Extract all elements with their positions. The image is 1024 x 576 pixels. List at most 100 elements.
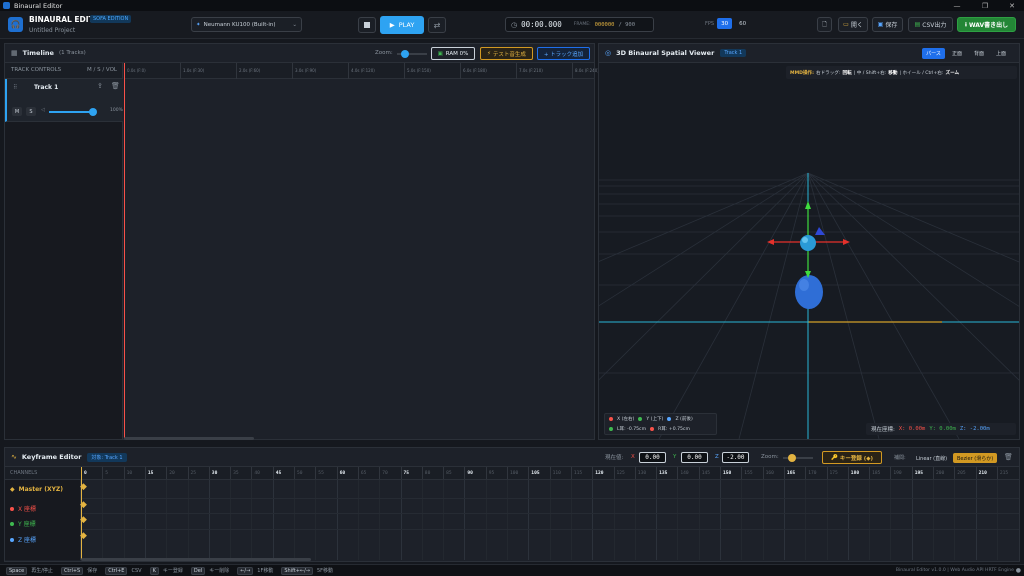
upload-icon[interactable]: ⇪ [97, 82, 103, 90]
time-ruler[interactable]: 0.0s (F:0) 1.0s (F:30) 2.0s (F:60) 3.0s (F:… [124, 63, 599, 79]
open-button[interactable]: ▭ 開く [838, 17, 868, 32]
zoom-knob[interactable] [401, 50, 409, 58]
delete-key-icon[interactable]: 🗑 [1004, 453, 1013, 461]
help-rotate-b: 回転 [842, 70, 852, 76]
viewer-title: 3D Binaural Spatial Viewer [616, 49, 715, 57]
kf-zoom-slider[interactable] [783, 454, 813, 462]
sound-source-sphere[interactable] [795, 275, 823, 309]
fps-30-button[interactable]: 30 [717, 18, 733, 29]
play-icon: ▶ [389, 21, 395, 29]
timeline-scrollbar[interactable] [124, 437, 254, 440]
kf-scrollbar[interactable] [81, 558, 311, 561]
play-button[interactable]: ▶ PLAY [380, 16, 424, 34]
github-icon[interactable]: ● [1016, 567, 1021, 574]
kf-marker-master[interactable]: ◆ [80, 482, 87, 492]
view-back-button[interactable]: 背面 [969, 48, 989, 59]
close-button[interactable]: ✕ [1001, 0, 1023, 11]
grid-line [357, 480, 359, 560]
x-input[interactable]: 0.00 [639, 452, 666, 463]
kf-zoom-knob[interactable] [788, 454, 796, 462]
track-row[interactable]: ⠿ Track 1 ⇪ 🗑 M S ◁ 100% [5, 79, 123, 122]
grid-line [187, 480, 189, 560]
shortcut-desc: キー削除 [209, 568, 230, 574]
mute-button[interactable]: M [12, 107, 22, 116]
save-button[interactable]: ▣ 保存 [872, 17, 903, 32]
fps-60-button[interactable]: 60 [735, 18, 750, 29]
bezier-button[interactable]: Bezier (滑らか) [953, 453, 998, 463]
trash-icon[interactable]: 🗑 [111, 82, 120, 90]
grid-line [826, 480, 828, 560]
channel-z[interactable]: Z 座標 [10, 535, 36, 544]
view-top-button[interactable]: 上面 [991, 48, 1011, 59]
maximize-button[interactable]: ❐ [974, 0, 996, 11]
timeline-title: Timeline [22, 49, 54, 57]
stop-button[interactable] [358, 17, 376, 33]
drag-handle-icon[interactable]: ⠿ [13, 84, 17, 91]
add-track-button[interactable]: + トラック追加 [537, 47, 590, 60]
help-prefix: MMD操作: [790, 70, 814, 76]
controls-header-label: TRACK CONTROLS [11, 67, 62, 73]
loop-button[interactable]: ⇄ [428, 17, 446, 33]
gizmo-y-arrow[interactable] [805, 201, 811, 209]
linear-button[interactable]: Linear (直線) [912, 453, 951, 463]
channel-x[interactable]: X 座標 [10, 504, 36, 513]
frame-total: / 900 [618, 21, 636, 28]
solo-button[interactable]: S [26, 107, 36, 116]
chevron-down-icon: ⌄ [292, 21, 297, 28]
channel-y[interactable]: Y 座標 [10, 519, 36, 528]
frame-tick: 140 [677, 467, 689, 479]
frame-tick: 35 [230, 467, 239, 479]
new-file-button[interactable]: 🗋 [817, 17, 832, 32]
add-key-button[interactable]: 🔑 キー登録 (◆) [822, 451, 882, 464]
frame-tick: 40 [251, 467, 260, 479]
timeline-icon: ▦ [11, 49, 18, 57]
view-perspective-button[interactable]: パース [922, 48, 945, 59]
kf-marker-y[interactable]: ◆ [80, 515, 87, 525]
timeline-tick: 8.0s (F:240) [572, 63, 599, 79]
grid-line [698, 480, 700, 560]
viewer-canvas[interactable] [599, 63, 1019, 439]
keyframe-grid[interactable] [81, 480, 1019, 560]
frame-tick: 175 [826, 467, 838, 479]
kf-marker-x[interactable]: ◆ [80, 500, 87, 510]
gizmo-x-arrow-right[interactable] [843, 239, 850, 245]
minimize-button[interactable]: — [946, 0, 968, 11]
axis-legend: X (左右) Y (上下) Z (前後) L耳: -0.75cm R耳: +0.… [604, 413, 717, 435]
grid-line [144, 480, 146, 560]
app-icon [3, 2, 10, 9]
wav-export-button[interactable]: ⭳ WAV書き出し [957, 17, 1016, 32]
view-front-button[interactable]: 正面 [947, 48, 967, 59]
frame-tick: 205 [954, 467, 966, 479]
grid-line [549, 480, 551, 560]
viewer-header: ◎ 3D Binaural Spatial Viewer Track 1 パース… [599, 44, 1019, 63]
keyframe-ruler[interactable]: 0 5 10 15 20 25 30 35 40 45 50 55 60 65 70 75 80 85 90 95 10… [81, 467, 1019, 480]
volume-value: 100% [110, 108, 123, 113]
channel-master[interactable]: ◆ Master (XYZ) [10, 486, 63, 493]
volume-knob[interactable] [88, 108, 97, 116]
kf-playhead[interactable] [81, 467, 82, 560]
csv-export-button[interactable]: ▤ CSV出力 [908, 17, 953, 32]
ram-button[interactable]: ▣ RAM 0% [431, 47, 475, 60]
timeline-zoom-slider[interactable] [397, 50, 427, 58]
timeline-track-area[interactable] [124, 79, 594, 438]
volume-slider[interactable] [49, 108, 97, 116]
frame-tick: 70 [379, 467, 388, 479]
test-tone-button[interactable]: ⚡ テスト音生成 [480, 47, 533, 60]
grid-line [528, 480, 530, 560]
save-label: 保存 [885, 22, 898, 29]
stop-icon [364, 22, 370, 28]
frame-tick: 145 [698, 467, 710, 479]
kf-marker-z[interactable]: ◆ [80, 531, 87, 541]
keyframe-target: 対象: Track 1 [87, 452, 127, 462]
coord-label: 現在座標: [871, 427, 895, 433]
frame-tick: 150 [720, 467, 731, 479]
grid-line [720, 480, 721, 560]
app-header: 🎧 BINAURAL EDITOR SOFA EDITION Untitled … [0, 11, 1024, 39]
file-icon: 🗋 [822, 20, 827, 28]
z-input[interactable]: -2.00 [722, 452, 749, 463]
playhead[interactable] [124, 63, 125, 438]
keyframe-header: ∿ Keyframe Editor 対象: Track 1 現在値: X 0.0… [5, 448, 1019, 467]
y-input[interactable]: 0.00 [681, 452, 708, 463]
hrtf-select[interactable]: ✦ Neumann KU100 (Built-in) ⌄ [191, 17, 302, 32]
frame-tick: 115 [570, 467, 582, 479]
